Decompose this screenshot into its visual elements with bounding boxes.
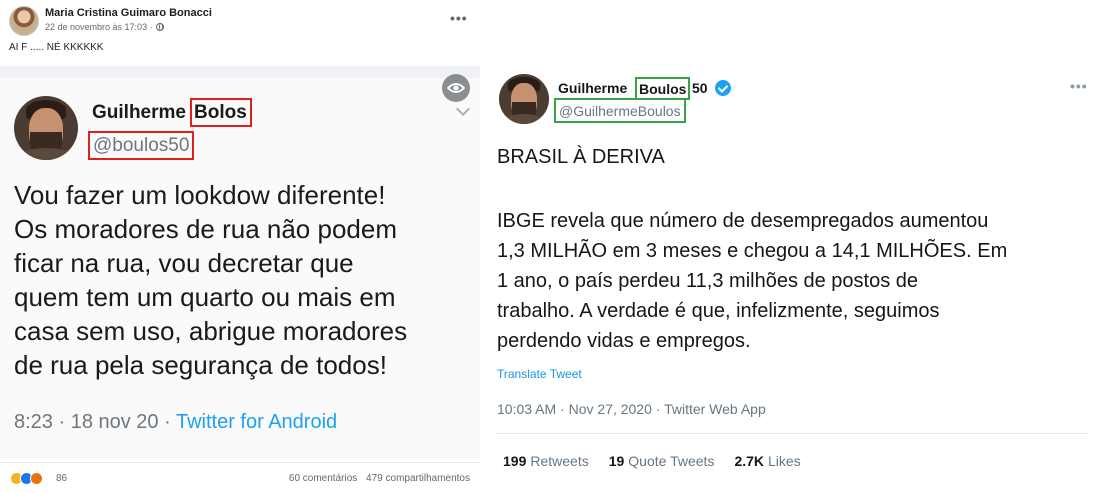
author-avatar[interactable] [9, 6, 39, 36]
embedded-source: Twitter for Android [175, 411, 338, 433]
tweet-stats: 199 Retweets 19 Quote Tweets 2.7K Likes [503, 453, 821, 469]
shares-count[interactable]: 479 compartilhamentos [366, 473, 470, 484]
tweet-name-last-highlight[interactable]: Boulos [635, 77, 691, 100]
embedded-name-first: Guilherme [92, 102, 186, 123]
tweet-avatar[interactable] [499, 74, 549, 124]
verified-badge-icon [715, 80, 731, 96]
embedded-line: casa sem uso, abrigue moradores [14, 316, 408, 346]
tweet-name-first[interactable]: Guilherme [558, 80, 627, 96]
embedded-line: Vou fazer um lookdow diferente! [14, 180, 386, 210]
more-options-icon[interactable]: ••• [1070, 78, 1088, 94]
post-stats: 86 60 comentários 479 compartilhamentos [0, 462, 480, 493]
tweet-title: BRASIL À DERIVA [497, 146, 665, 168]
tweet-card: Guilherme Boulos 50 @GuilhermeBoulos •••… [482, 62, 1100, 493]
translate-tweet-link[interactable]: Translate Tweet [497, 367, 582, 381]
reactions[interactable] [10, 472, 43, 485]
post-caption: AI F ..... NÉ KKKKKK [9, 42, 104, 53]
embedded-tweet-footer: 8:23 · 18 nov 20 · Twitter for Android [14, 411, 337, 434]
likes-label: Likes [768, 453, 801, 469]
facebook-post: Maria Cristina Guimaro Bonacci 22 de nov… [0, 0, 480, 493]
engagement-counts: 60 comentários 479 compartilhamentos [289, 473, 470, 484]
embedded-handle-highlight: @boulos50 [88, 131, 195, 160]
embedded-name-last-highlight: Bolos [190, 98, 252, 127]
divider [497, 433, 1087, 434]
quotes-count: 19 [608, 453, 625, 469]
post-meta: 22 de novembro às 17:03 · [45, 22, 165, 32]
tweet-line: IBGE revela que número de desempregados … [497, 210, 989, 232]
tweet-line: 1 ano, o país perdeu 11,3 milhões de pos… [497, 270, 919, 292]
post-header: Maria Cristina Guimaro Bonacci 22 de nov… [0, 0, 480, 62]
retweets-label: Retweets [530, 453, 589, 469]
reaction-count[interactable]: 86 [56, 473, 67, 484]
likes-count: 2.7K [734, 453, 765, 469]
divider [0, 66, 480, 78]
retweets-count: 199 [503, 453, 527, 469]
tweet-line: perdendo vidas e empregos. [497, 330, 751, 352]
tweet-line: trabalho. A verdade é que, infelizmente,… [497, 300, 940, 322]
quotes-label: Quote Tweets [628, 453, 715, 469]
meta-separator: · [150, 22, 154, 32]
tweet-timestamp[interactable]: 10:03 AM · Nov 27, 2020 · Twitter Web Ap… [497, 401, 766, 417]
globe-icon [156, 23, 165, 31]
eye-icon[interactable] [442, 74, 470, 102]
embedded-time: 8:23 · 18 nov 20 · [14, 411, 176, 433]
embedded-avatar [14, 96, 78, 160]
likes-stat[interactable]: 2.7K Likes [734, 453, 800, 469]
retweets-stat[interactable]: 199 Retweets [503, 453, 589, 469]
embedded-line: de rua pela segurança de todos! [14, 350, 387, 380]
tweet-handle-highlight[interactable]: @GuilhermeBoulos [554, 98, 686, 123]
embedded-line: ficar na rua, vou decretar que [14, 248, 354, 278]
post-date[interactable]: 22 de novembro às 17:03 [45, 22, 147, 32]
embedded-tweet-text: Vou fazer um lookdow diferente! Os morad… [14, 178, 476, 382]
embedded-line: Os moradores de rua não podem [14, 214, 397, 244]
tweet-body: IBGE revela que número de desempregados … [497, 206, 1097, 356]
tweet-line: 1,3 MILHÃO em 3 meses e chegou a 14,1 MI… [497, 240, 1008, 262]
embedded-line: quem tem um quarto ou mais em [14, 282, 396, 312]
angry-icon [30, 472, 43, 485]
quote-tweets-stat[interactable]: 19 Quote Tweets [609, 453, 715, 469]
comments-count[interactable]: 60 comentários [289, 473, 357, 484]
author-name[interactable]: Maria Cristina Guimaro Bonacci [45, 7, 212, 19]
more-options-icon[interactable]: ••• [450, 10, 468, 26]
tweet-name-suffix[interactable]: 50 [692, 80, 708, 96]
